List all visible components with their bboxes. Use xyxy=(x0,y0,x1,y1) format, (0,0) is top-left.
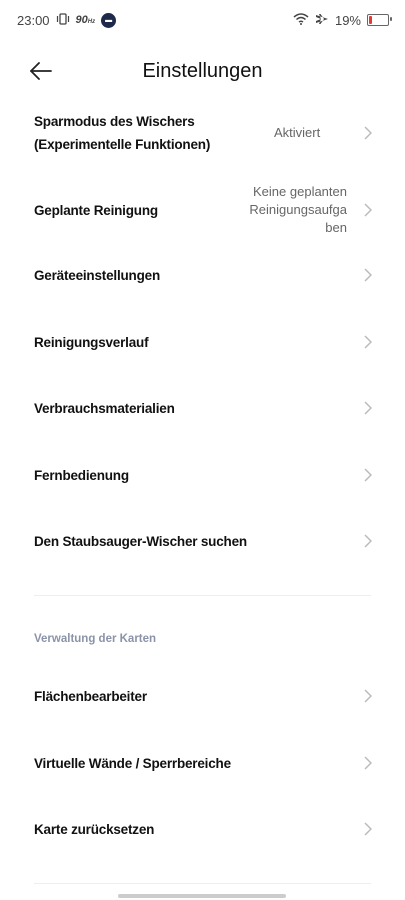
row-scheduled-cleaning[interactable]: Geplante Reinigung Keine geplanten Reini… xyxy=(0,180,405,240)
row-label: Reinigungsverlauf xyxy=(34,334,149,350)
chevron-right-icon xyxy=(361,689,375,703)
row-label: Geräteeinstellungen xyxy=(34,267,160,283)
row-value: Keine geplanten Reinigungsaufgaben xyxy=(249,184,347,235)
chevron-right-icon xyxy=(361,822,375,836)
row-label: Flächenbearbeiter xyxy=(34,688,147,704)
row-device-settings[interactable]: Geräteeinstellungen xyxy=(0,260,405,290)
status-bar: 23:00 90Hz ▬ 19% xyxy=(0,0,405,40)
app-notification-icon: ▬ xyxy=(101,12,117,28)
row-area-editor[interactable]: Flächenbearbeiter xyxy=(0,681,405,711)
chevron-right-icon xyxy=(361,534,375,548)
row-label: Karte zurücksetzen xyxy=(34,821,155,837)
airplane-mode-icon xyxy=(315,12,329,29)
refresh-rate-indicator: 90Hz xyxy=(76,14,96,26)
page-title: Einstellungen xyxy=(142,60,263,82)
section-divider xyxy=(34,883,371,884)
battery-percent: 19% xyxy=(334,12,361,28)
section-title-map-management: Verwaltung der Karten xyxy=(34,633,157,645)
header: Einstellungen xyxy=(0,50,405,94)
row-label: Fernbedienung xyxy=(34,467,129,483)
refresh-rate-unit: Hz xyxy=(87,19,96,25)
status-bar-left: 23:00 90Hz ▬ xyxy=(17,12,117,28)
row-remote-control[interactable]: Fernbedienung xyxy=(0,460,405,490)
battery-icon xyxy=(367,14,392,26)
row-label: Virtuelle Wände / Sperrbereiche xyxy=(34,755,231,771)
home-indicator[interactable] xyxy=(118,894,286,898)
row-consumables[interactable]: Verbrauchsmaterialien xyxy=(0,393,405,423)
status-bar-right: 19% xyxy=(293,12,392,29)
chevron-right-icon xyxy=(361,268,375,282)
row-find-vacuum[interactable]: Den Staubsauger-Wischer suchen xyxy=(0,526,405,556)
row-reset-map[interactable]: Karte zurücksetzen xyxy=(0,814,405,844)
chevron-right-icon xyxy=(361,756,375,770)
row-label: Den Staubsauger-Wischer suchen xyxy=(34,533,247,549)
chevron-right-icon xyxy=(361,125,375,140)
section-divider xyxy=(34,595,371,596)
chevron-right-icon xyxy=(361,203,375,217)
row-label: Sparmodus des Wischers (Experimentelle F… xyxy=(34,113,211,152)
row-cleaning-history[interactable]: Reinigungsverlauf xyxy=(0,327,405,357)
chevron-right-icon xyxy=(361,401,375,415)
row-label: Geplante Reinigung xyxy=(34,202,158,218)
row-virtual-walls[interactable]: Virtuelle Wände / Sperrbereiche xyxy=(0,748,405,778)
refresh-rate-value: 90 xyxy=(75,14,88,26)
vibrate-icon xyxy=(56,12,70,28)
chevron-right-icon xyxy=(361,335,375,349)
row-value: Aktiviert xyxy=(274,124,321,140)
chevron-right-icon xyxy=(361,468,375,482)
row-label: Verbrauchsmaterialien xyxy=(34,400,175,416)
status-time: 23:00 xyxy=(17,12,50,28)
battery-fill xyxy=(369,16,372,24)
wifi-icon xyxy=(293,12,309,28)
row-wiper-saving-mode[interactable]: Sparmodus des Wischers (Experimentelle F… xyxy=(0,100,405,165)
